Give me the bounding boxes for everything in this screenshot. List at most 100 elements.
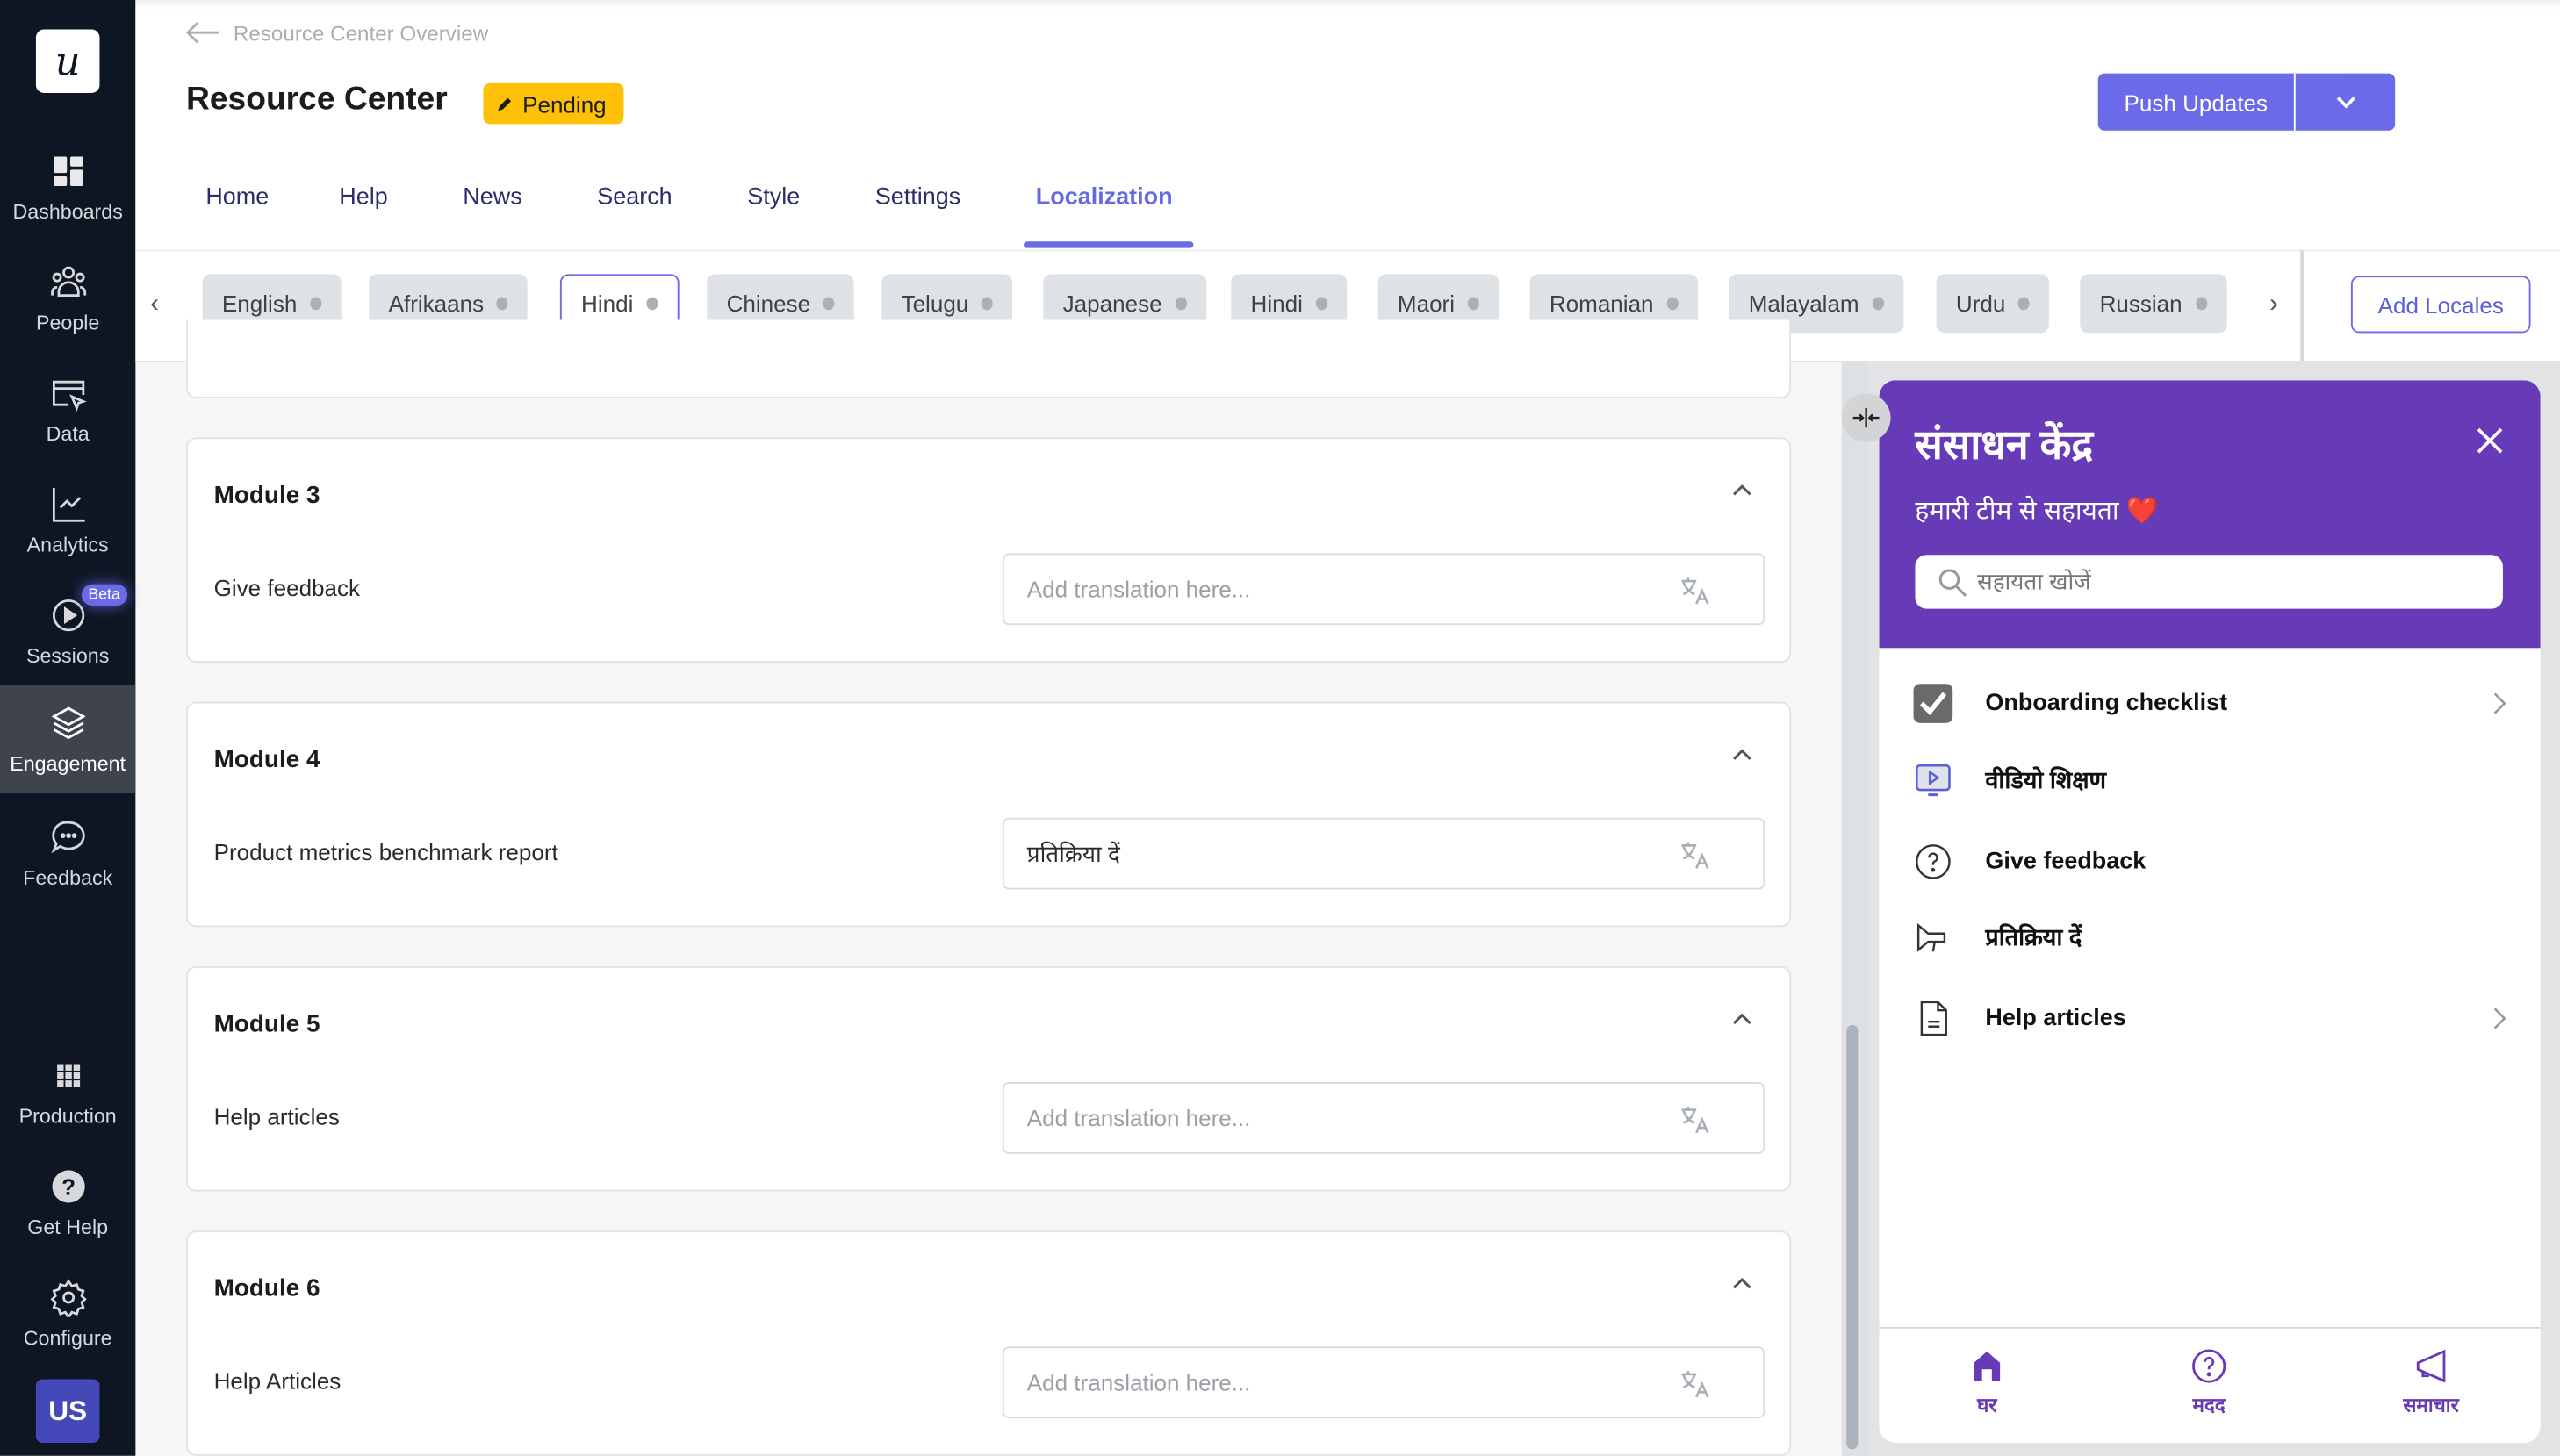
status-dot	[646, 297, 658, 311]
tab-localization[interactable]: Localization	[1036, 184, 1173, 211]
status-label: Pending	[522, 90, 607, 117]
rc-item-give-feedback[interactable]: Give feedback	[1912, 839, 2508, 885]
rc-item-video-tutorials[interactable]: वीडियो शिक्षण	[1912, 757, 2508, 803]
rc-item-give-feedback-hindi[interactable]: प्रतिक्रिया दें	[1912, 914, 2508, 959]
footer-tab-news[interactable]: समाचार	[2366, 1348, 2497, 1418]
push-updates-dropdown[interactable]	[2296, 74, 2395, 131]
tab-style[interactable]: Style	[747, 184, 800, 211]
resource-center-header: संसाधन केंद्र हमारी टीम से सहायता ❤️ सहा…	[1879, 380, 2541, 649]
tab-home[interactable]: Home	[205, 184, 269, 211]
document-icon	[1920, 1001, 1947, 1036]
module-title: Module 6	[213, 1274, 320, 1303]
status-dot	[1175, 297, 1187, 311]
translate-icon[interactable]	[1679, 1367, 1711, 1400]
sidebar-item-production[interactable]: Production	[0, 1038, 135, 1146]
sidebar-item-dashboards[interactable]: Dashboards	[0, 133, 135, 241]
svg-text:?: ?	[61, 1173, 75, 1200]
footer-tab-home[interactable]: घर	[1922, 1348, 2053, 1418]
video-monitor-icon	[1915, 764, 1951, 797]
translate-icon[interactable]	[1679, 839, 1711, 871]
search-placeholder: सहायता खोजें	[1977, 568, 2091, 594]
push-updates-split-button: Push Updates	[2097, 73, 2396, 131]
footer-tab-label: घर	[1977, 1394, 1997, 1417]
field-label: Give feedback	[213, 574, 361, 601]
arrow-left-icon	[185, 22, 219, 44]
module-card-5: Module 5 Help articles Add translation h…	[186, 965, 1792, 1192]
gear-icon	[49, 1279, 86, 1317]
resource-center-footer-nav: घर मदद समाचार	[1879, 1326, 2541, 1443]
dashboard-grid-icon	[53, 156, 83, 187]
locale-scroll-right-icon[interactable]: ›	[2269, 290, 2278, 319]
rc-item-onboarding-checklist[interactable]: Onboarding checklist	[1912, 680, 2508, 726]
sidebar-item-get-help[interactable]: ? Get Help	[0, 1149, 135, 1257]
people-icon	[50, 266, 86, 298]
footer-tab-help[interactable]: मदद	[2144, 1348, 2275, 1418]
chevron-up-icon[interactable]	[1730, 1007, 1753, 1029]
resource-center-subtitle: हमारी टीम से सहायता ❤️	[1915, 498, 2159, 526]
chevron-up-icon[interactable]	[1730, 478, 1753, 501]
sidebar-item-analytics[interactable]: Analytics	[0, 467, 135, 575]
module-card-partial	[186, 319, 1792, 398]
chat-bubble-icon	[50, 821, 84, 854]
collapse-preview-button[interactable]	[1841, 393, 1891, 442]
add-locales-button[interactable]: Add Locales	[2350, 276, 2531, 334]
rc-item-label: Onboarding checklist	[1985, 690, 2228, 717]
chevron-up-icon[interactable]	[1730, 1272, 1753, 1295]
locale-chip-russian[interactable]: Russian	[2080, 274, 2226, 334]
resource-center-search-input[interactable]: सहायता खोजें	[1915, 555, 2503, 609]
locale-label: Russian	[2099, 290, 2182, 317]
locale-label: Hindi	[581, 290, 634, 317]
translation-value: प्रतिक्रिया दें	[1026, 839, 1120, 866]
sidebar-item-engagement[interactable]: Engagement	[0, 685, 136, 793]
beta-badge: Beta	[81, 584, 127, 606]
sidebar-item-configure[interactable]: Configure	[0, 1260, 135, 1368]
footer-tab-label: समाचार	[2403, 1394, 2459, 1417]
sidebar-item-label: Sessions	[25, 644, 110, 668]
user-avatar[interactable]: US	[35, 1379, 100, 1443]
close-icon[interactable]	[2475, 426, 2504, 455]
tab-help[interactable]: Help	[339, 184, 387, 211]
status-dot	[982, 297, 994, 311]
translation-input[interactable]: Add translation here...	[1002, 553, 1765, 626]
translation-input[interactable]: Add translation here...	[1002, 1081, 1765, 1154]
locale-label: Hindi	[1250, 290, 1303, 317]
translation-input[interactable]: Add translation here...	[1002, 1346, 1765, 1419]
locale-label: Maori	[1397, 290, 1456, 317]
translate-icon[interactable]	[1679, 575, 1711, 607]
sidebar-item-label: Production	[18, 1105, 117, 1129]
push-updates-button[interactable]: Push Updates	[2098, 73, 2296, 131]
sidebar: u Dashboards People Data Analytics Sessi…	[0, 0, 136, 1456]
tab-search[interactable]: Search	[597, 184, 672, 211]
sidebar-item-data[interactable]: Data	[0, 355, 135, 463]
status-dot	[823, 297, 836, 311]
scrollbar-thumb[interactable]	[1846, 1024, 1859, 1450]
module-title: Module 3	[213, 481, 320, 510]
field-label: Product metrics benchmark report	[213, 838, 558, 865]
status-dot	[310, 297, 322, 311]
help-circle-icon: ?	[51, 1170, 84, 1203]
translate-icon[interactable]	[1679, 1103, 1711, 1136]
locale-scroll-left-icon[interactable]: ‹	[150, 290, 159, 319]
locale-chip-urdu[interactable]: Urdu	[1936, 274, 2050, 334]
field-label: Help articles	[213, 1103, 340, 1130]
locale-label: Romanian	[1549, 290, 1654, 317]
search-icon	[1938, 568, 1967, 596]
status-dot	[1315, 297, 1327, 311]
tab-news[interactable]: News	[463, 184, 521, 211]
sidebar-item-label: Feedback	[23, 866, 113, 890]
rc-item-help-articles[interactable]: Help articles	[1912, 995, 2508, 1041]
translation-input[interactable]: प्रतिक्रिया दें	[1002, 817, 1765, 890]
chevron-up-icon[interactable]	[1730, 742, 1753, 765]
rc-item-label: वीडियो शिक्षण	[1985, 768, 2107, 795]
rc-item-label: Help articles	[1985, 1005, 2126, 1032]
sidebar-item-label: Get Help	[27, 1216, 109, 1239]
resource-center-title: संसाधन केंद्र	[1915, 422, 2094, 469]
tab-settings[interactable]: Settings	[875, 184, 960, 211]
sidebar-item-feedback[interactable]: Feedback	[0, 800, 135, 907]
breadcrumb-back-link[interactable]: Resource Center Overview	[184, 19, 488, 46]
megaphone-icon	[1916, 922, 1946, 952]
locale-label: Chinese	[726, 290, 811, 317]
app-logo[interactable]: u	[35, 29, 100, 94]
sidebar-item-people[interactable]: People	[0, 245, 135, 353]
module-card-4: Module 4 Product metrics benchmark repor…	[186, 701, 1792, 928]
